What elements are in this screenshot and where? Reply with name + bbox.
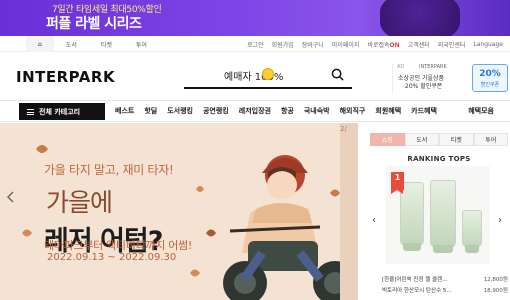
nav-leisure[interactable]: 레저입장권	[234, 106, 276, 116]
quick-access-link[interactable]: 바로접속ON	[363, 40, 403, 49]
tab-books[interactable]: 도서	[54, 36, 89, 52]
product-tube-cap	[433, 245, 453, 253]
ranking-panel: 쇼핑 도서 티켓 투어 RANKING TOPS 1 ‹ › [한율]어린쑥 진…	[370, 133, 508, 300]
header: INTERPARK 예매자 100% AD INTERPARK 소상공인 가을상…	[0, 52, 510, 100]
nav-card-benefit[interactable]: 카드혜택	[406, 106, 442, 116]
search-icon[interactable]	[331, 68, 344, 81]
category-nav: 전체 카테고리 베스트 핫딜 도서랭킹 공연랭킹 레저입장권 항공 국내숙박 해…	[0, 100, 510, 122]
signup-link[interactable]: 회원가입	[268, 40, 298, 49]
tab-tickets[interactable]: 티켓	[89, 36, 124, 52]
nav-show-ranking[interactable]: 공연랭킹	[198, 106, 234, 116]
coupon-badge[interactable]: 20% 할인쿠폰	[472, 64, 508, 92]
ranking-tab-tour[interactable]: 투어	[473, 133, 508, 146]
hero-banner[interactable]: 2/ 가을 타지 말고, 재미 타자! 가을에 레저 어텀? 테마파크부터 액티…	[0, 123, 358, 300]
customer-center-link[interactable]: 고객센터	[404, 40, 434, 49]
quick-access-label: 바로접속	[367, 41, 390, 49]
nav-hotdeal[interactable]: 핫딜	[139, 106, 162, 116]
utility-bar: ⌂ 도서 티켓 투어 로그인 회원가입 장바구니 마이페이지 바로접속ON 고객…	[0, 36, 510, 52]
promo-line2: 퍼플 라벨 시리즈	[46, 16, 142, 32]
ranking-row[interactable]: 빅토리아 한산모시 탄산수 5... 18,900원	[382, 284, 508, 295]
ranking-prev-arrow[interactable]: ‹	[372, 215, 376, 226]
login-link[interactable]: 로그인	[243, 40, 268, 49]
ranking-item-name: 빅토리아 한산모시 탄산수 5...	[382, 287, 452, 294]
product-tube-cap	[465, 245, 479, 253]
ranking-next-arrow[interactable]: ›	[498, 215, 502, 226]
ranking-title: RANKING TOPS	[407, 155, 471, 163]
ranking-tab-shopping[interactable]: 쇼핑	[370, 133, 405, 146]
product-tube	[430, 180, 456, 253]
search-bar[interactable]: 예매자 100%	[184, 65, 352, 89]
nav-benefits-all[interactable]: 혜택모음	[468, 106, 494, 116]
ranking-list: [한율]어린쑥 진정 젤 클렌... 12,800원 빅토리아 한산모시 탄산수…	[382, 273, 508, 295]
ranking-row[interactable]: [한율]어린쑥 진정 젤 클렌... 12,800원	[382, 273, 508, 284]
mypage-link[interactable]: 마이페이지	[328, 40, 364, 49]
hero-description: 테마파크부터 액티비티까지 어썸!	[44, 239, 192, 252]
nav-member-benefit[interactable]: 회원혜택	[370, 106, 406, 116]
ranking-tabs: 쇼핑 도서 티켓 투어	[370, 133, 508, 146]
hero-prev-arrow[interactable]	[4, 190, 18, 204]
coupon-label: 할인쿠폰	[480, 82, 500, 88]
cart-link[interactable]: 장바구니	[298, 40, 328, 49]
ranking-tab-books[interactable]: 도서	[404, 133, 439, 146]
product-tube-cap	[403, 243, 421, 251]
nav-best[interactable]: 베스트	[110, 106, 139, 116]
product-tube	[400, 182, 424, 251]
ranking-tab-tickets[interactable]: 티켓	[439, 133, 474, 146]
nav-overseas[interactable]: 해외직구	[335, 106, 371, 116]
ranking-item-price: 18,900원	[483, 287, 508, 294]
interpark-logo[interactable]: INTERPARK	[16, 68, 115, 86]
ranking-item-price: 12,800원	[483, 276, 508, 283]
nav-flight[interactable]: 항공	[276, 106, 299, 116]
promo-banner[interactable]: 7일간 타임세일 최대50%할인 퍼플 라벨 시리즈	[0, 0, 510, 36]
hero-pager: 2/	[340, 125, 347, 133]
tab-tour[interactable]: 투어	[124, 36, 159, 52]
hero-title-line1: 가을에	[46, 188, 113, 217]
search-keyword[interactable]: 예매자 100%	[224, 68, 283, 83]
ad-box[interactable]: AD INTERPARK 소상공인 가을상품 20% 할인쿠폰	[392, 64, 470, 94]
quick-access-on: ON	[389, 41, 400, 49]
tab-home[interactable]: ⌂	[26, 36, 54, 52]
rank-badge: 1	[391, 172, 404, 194]
product-tube	[462, 210, 482, 253]
all-categories-label: 전체 카테고리	[39, 107, 81, 116]
menu-icon	[27, 108, 34, 115]
all-categories-button[interactable]: 전체 카테고리	[19, 103, 105, 120]
nav-book-ranking[interactable]: 도서랭킹	[162, 106, 198, 116]
utility-links: 로그인 회원가입 장바구니 마이페이지 바로접속ON 고객센터 외국인센터 La…	[243, 36, 507, 52]
language-link[interactable]: Language	[469, 41, 507, 48]
nav-domestic-stay[interactable]: 국내숙박	[299, 106, 335, 116]
service-tabs: ⌂ 도서 티켓 투어	[26, 36, 159, 52]
ad-label: AD	[397, 64, 405, 70]
ad-line2: 20% 할인쿠폰	[405, 83, 443, 90]
smile-emoji-icon	[262, 68, 274, 80]
ranking-item-name: [한율]어린쑥 진정 젤 클렌...	[382, 276, 448, 283]
hero-dates: 2022.09.13 ~ 2022.09.30	[47, 252, 177, 263]
interpark-homepage: 7일간 타임세일 최대50%할인 퍼플 라벨 시리즈 ⌂ 도서 티켓 투어 로그…	[0, 0, 510, 300]
coupon-percent: 20%	[479, 69, 501, 79]
promo-decoration	[380, 0, 460, 36]
hero-headline: 가을 타지 말고, 재미 타자!	[44, 163, 174, 177]
foreigner-center-link[interactable]: 외국인센터	[434, 40, 470, 49]
nav-items: 베스트 핫딜 도서랭킹 공연랭킹 레저입장권 항공 국내숙박 해외직구 회원혜택…	[110, 101, 442, 121]
ad-brand: INTERPARK	[419, 64, 447, 70]
